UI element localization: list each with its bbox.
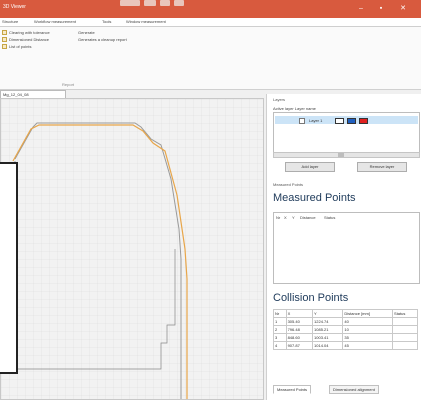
table-row[interactable]: 4 907.87 1014.04 45 [273, 341, 418, 350]
scroll-thumb[interactable] [338, 153, 344, 157]
maximize-button[interactable]: ▪ [374, 4, 388, 14]
cell-y: 1014.04 [312, 341, 344, 350]
menu-bar: Structure Workflow measurement Tools Win… [0, 18, 421, 27]
checkbox-icon [2, 30, 7, 36]
column-x: X [284, 215, 287, 220]
column-y: Y [292, 215, 295, 220]
table-row[interactable]: 1 305.40 1224.74 40 [273, 317, 418, 326]
ribbon-item-clearing[interactable]: Clearing with tolerance [2, 30, 50, 36]
checkbox-icon [2, 37, 7, 43]
cell-x: 305.40 [285, 317, 314, 326]
cell-distance: 40 [342, 317, 394, 326]
cell-distance: 35 [342, 333, 394, 342]
menu-tools[interactable]: Tools [102, 19, 111, 24]
menu-structure[interactable]: Structure [2, 19, 18, 24]
cell-distance: 10 [342, 325, 394, 334]
quick-undo-icon[interactable] [160, 0, 170, 6]
quick-save-icon[interactable] [144, 0, 156, 6]
cell-y: 1224.74 [312, 317, 344, 326]
measured-panel-title: Measured Points [273, 182, 304, 187]
layer-visibility-swatch[interactable] [335, 118, 344, 124]
column-status: Status [324, 215, 336, 220]
measured-points-list[interactable]: Nr X Y Distance Status [273, 212, 420, 284]
column-y: Y [312, 309, 344, 318]
ribbon-item-dimensioned-distance[interactable]: Dimensioned Distance [2, 37, 49, 43]
checkbox-icon [2, 44, 7, 50]
cell-nr: 2 [273, 325, 287, 334]
window-title: 3D Viewer [3, 4, 26, 10]
cell-y: 1085.21 [312, 325, 344, 334]
layer-color-red-swatch[interactable] [359, 118, 368, 124]
quick-help-icon[interactable] [174, 0, 184, 6]
grid-background [1, 99, 263, 399]
minimize-button[interactable]: – [354, 4, 368, 14]
right-panel: Layers Active layer Layer name Layer 1 A… [266, 94, 421, 400]
column-distance: Distance [300, 215, 316, 220]
column-distance: Distance [mm] [342, 309, 394, 318]
layer-name: Layer 1 [309, 118, 323, 123]
title-bar: 3D Viewer – ▪ ✕ [0, 0, 421, 18]
column-nr: Nr [276, 215, 281, 220]
cell-status [392, 341, 418, 350]
menu-window-measurement[interactable]: Window measurement [126, 19, 166, 24]
cell-nr: 1 [273, 317, 287, 326]
ribbon-cleanup-report[interactable]: Generates a cleanup report [78, 37, 127, 42]
column-x: X [285, 309, 314, 318]
cell-status [392, 333, 418, 342]
tab-measured-points[interactable]: Measured Points [273, 385, 312, 394]
cell-distance: 45 [342, 341, 394, 350]
layer-row[interactable]: Layer 1 [275, 116, 418, 124]
layers-header: Active layer Layer name [273, 106, 316, 111]
ribbon-group-label: Report [62, 82, 75, 87]
close-button[interactable]: ✕ [396, 4, 410, 14]
ribbon: Clearing with tolerance Dimensioned Dist… [0, 27, 421, 90]
active-layer-checkbox[interactable] [299, 118, 305, 124]
table-header-row: Nr X Y Distance [mm] Status [273, 309, 418, 318]
collision-points-table[interactable]: Nr X Y Distance [mm] Status 1 305.40 122… [273, 309, 418, 350]
table-row[interactable]: 3 848.60 1003.41 35 [273, 333, 418, 342]
layers-scrollbar[interactable] [273, 152, 420, 158]
profile-drawing [1, 99, 263, 399]
ribbon-generate[interactable]: Generate [78, 30, 95, 35]
layer-color-blue-swatch[interactable] [347, 118, 356, 124]
cell-x: 796.48 [285, 325, 314, 334]
cell-nr: 4 [273, 341, 287, 350]
drawing-canvas[interactable] [0, 98, 264, 400]
tab-dimensioned-alignment[interactable]: Dimensioned alignment [329, 385, 379, 394]
menu-workflow-measurement[interactable]: Workflow measurement [34, 19, 76, 24]
remove-layer-button[interactable]: Remove layer [357, 162, 407, 172]
cell-x: 848.60 [285, 333, 314, 342]
cell-status [392, 325, 418, 334]
ribbon-item-list-of-points[interactable]: List of points [2, 44, 31, 50]
overlay-panel [0, 162, 18, 374]
column-nr: Nr [273, 309, 287, 318]
quick-access-icon[interactable] [120, 0, 140, 6]
cell-nr: 3 [273, 333, 287, 342]
cell-status [392, 317, 418, 326]
layers-list: Layer 1 [273, 112, 420, 154]
layers-panel-title: Layers [273, 97, 286, 102]
add-layer-button[interactable]: Add layer [285, 162, 335, 172]
cell-x: 907.87 [285, 341, 314, 350]
table-row[interactable]: 2 796.48 1085.21 10 [273, 325, 418, 334]
column-status: Status [392, 309, 418, 318]
measured-points-title: Measured Points [273, 192, 356, 204]
collision-points-title: Collision Points [273, 292, 349, 304]
cell-y: 1003.41 [312, 333, 344, 342]
